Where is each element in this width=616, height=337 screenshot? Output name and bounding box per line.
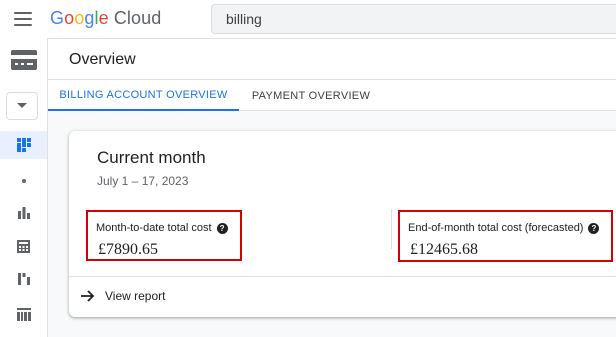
dashboard-icon[interactable] [0,131,47,159]
dot-icon[interactable] [0,167,47,195]
tab-payment-overview[interactable]: PAYMENT OVERVIEW [239,80,383,111]
tab-billing-account-overview[interactable]: BILLING ACCOUNT OVERVIEW [48,80,239,111]
forecast-label: End-of-month total cost (forecasted) [408,222,584,234]
top-bar: Google Cloud [0,0,616,38]
current-month-card: Current month July 1 – 17, 2023 Month-to… [69,131,616,317]
google-cloud-logo[interactable]: Google Cloud [50,8,161,29]
arrow-right-icon [81,290,95,302]
calculator-icon[interactable] [0,232,47,260]
forecast-cost-box: End-of-month total cost (forecasted)? £1… [398,210,613,262]
card-title: Current month [97,148,206,167]
help-icon[interactable]: ? [216,223,228,234]
bar-chart-icon[interactable] [0,199,47,227]
month-to-date-label-row: Month-to-date total cost? [96,222,228,234]
metric-divider [391,209,392,249]
date-range: July 1 – 17, 2023 [97,174,189,188]
view-report-link[interactable]: View report [81,289,165,303]
search-bar[interactable] [211,4,616,34]
project-dropdown[interactable] [6,92,38,120]
billing-card-icon[interactable] [0,46,47,74]
dropdown-arrow-icon [17,103,27,108]
tab-bar: BILLING ACCOUNT OVERVIEW PAYMENT OVERVIE… [48,80,616,111]
month-to-date-label: Month-to-date total cost [96,222,212,234]
main-content: Current month July 1 – 17, 2023 Month-to… [48,111,616,337]
help-icon[interactable]: ? [588,223,600,234]
forecast-value: £12465.68 [410,241,478,258]
hamburger-menu-icon[interactable] [14,12,32,26]
table-chart-icon[interactable] [0,300,47,328]
left-sidebar [0,38,48,337]
page-header: Overview [48,38,616,80]
month-to-date-value: £7890.65 [98,241,158,258]
view-report-label: View report [105,289,166,303]
logo-cloud-text: Cloud [113,8,162,28]
page-title: Overview [69,51,136,68]
month-to-date-cost-box: Month-to-date total cost? £7890.65 [86,210,242,261]
search-input[interactable] [226,11,608,27]
waterfall-chart-icon[interactable] [0,265,47,293]
card-footer: View report [69,276,616,317]
forecast-label-row: End-of-month total cost (forecasted)? [408,222,600,234]
logo-google-text: Google [50,8,109,28]
